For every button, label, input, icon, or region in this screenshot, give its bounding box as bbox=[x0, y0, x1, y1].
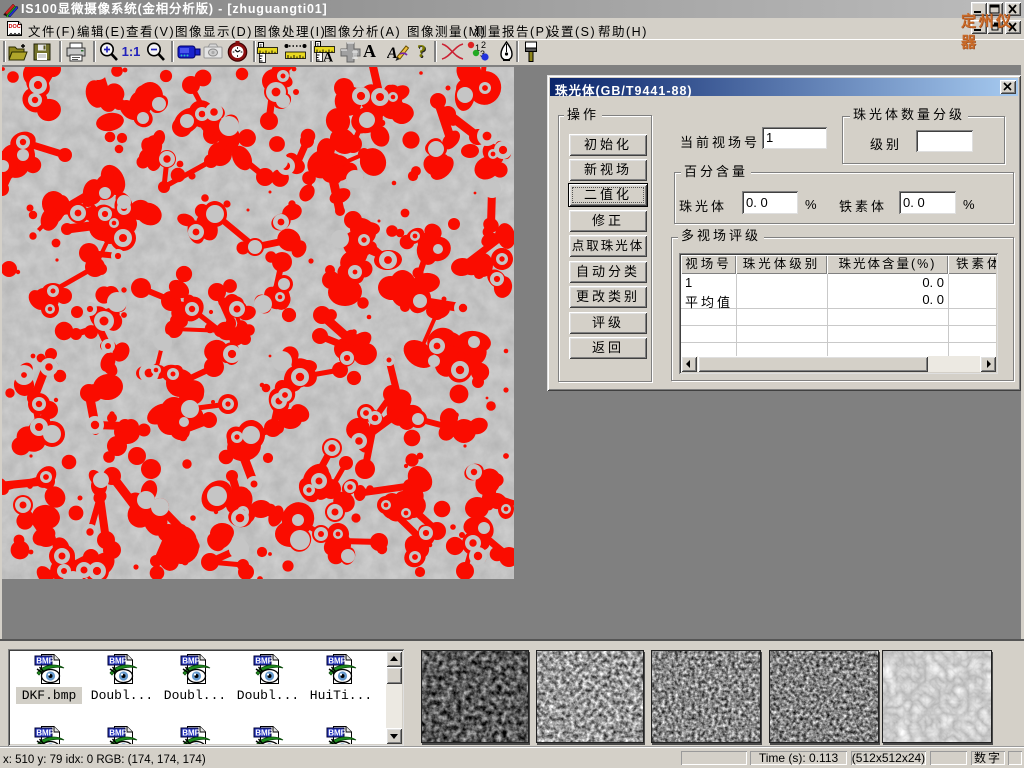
svg-text:E: E bbox=[260, 43, 263, 48]
svg-text:BMP: BMP bbox=[36, 657, 54, 666]
svg-text:BMP: BMP bbox=[328, 729, 346, 738]
svg-text:BMP: BMP bbox=[328, 657, 346, 666]
svg-text:BMP: BMP bbox=[109, 657, 127, 666]
svg-text:BMP: BMP bbox=[182, 729, 200, 738]
svg-text:BMP: BMP bbox=[182, 657, 200, 666]
svg-text:DOC: DOC bbox=[9, 24, 21, 30]
svg-text:BMP: BMP bbox=[36, 729, 54, 738]
svg-text:BMP: BMP bbox=[109, 729, 127, 738]
svg-text:A: A bbox=[323, 51, 334, 64]
svg-text:BMP: BMP bbox=[255, 657, 273, 666]
svg-text:BMP: BMP bbox=[255, 729, 273, 738]
svg-text:2: 2 bbox=[481, 41, 486, 50]
svg-text:E: E bbox=[317, 42, 320, 47]
